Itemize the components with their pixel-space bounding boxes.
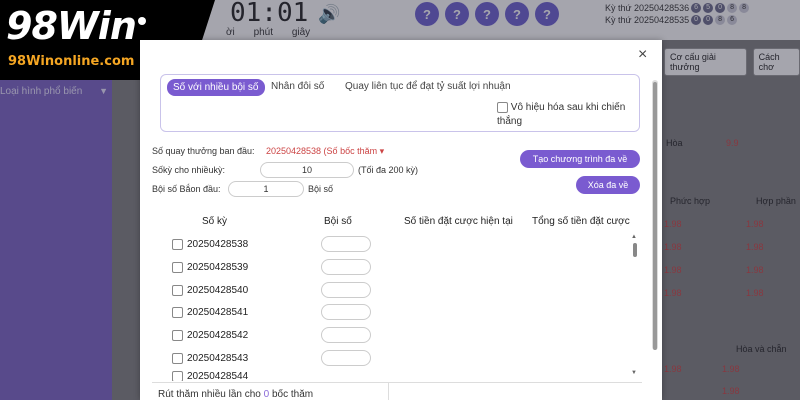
column-header-total-bet: Tổng số tiền đặt cược	[532, 216, 630, 227]
mode-tabs: Số với nhiều bội số Nhân đôi số Quay liê…	[160, 74, 640, 132]
period-checkbox[interactable]	[172, 371, 183, 381]
footer-suffix: bốc thăm	[271, 389, 314, 400]
logo-dot-icon	[137, 17, 146, 26]
period-number: 20250428544	[187, 371, 249, 381]
multi-period-bet-modal: × Số với nhiều bội số Nhân đôi số Quay l…	[140, 40, 662, 400]
period-number: 20250428540	[187, 284, 249, 296]
period-row: 20250428538	[172, 234, 371, 254]
footer-summary: Rút thăm nhiều lần cho 0 bốc thăm	[158, 389, 313, 400]
start-multiple-label: Bội số Bắon đầu:	[152, 184, 221, 194]
period-row: 20250428540	[172, 280, 371, 300]
period-count-hint: (Tối đa 200 kỳ)	[358, 165, 419, 175]
footer-divider	[152, 382, 642, 383]
period-count-input[interactable]: 10	[260, 162, 354, 178]
period-checkbox[interactable]	[172, 261, 183, 273]
disable-after-win-option[interactable]: Vô hiệu hóa sau khi chiến thắng	[497, 101, 647, 129]
delete-plan-button[interactable]: Xóa đa về	[576, 176, 640, 194]
scroll-down-arrow-icon[interactable]: ▼	[631, 370, 637, 376]
period-checkbox[interactable]	[172, 238, 183, 250]
tab-multiple-numbers[interactable]: Số với nhiều bội số	[167, 79, 265, 96]
multiple-input[interactable]	[321, 327, 371, 343]
multiple-input[interactable]	[321, 350, 371, 366]
modal-scrollbar-thumb[interactable]	[653, 82, 657, 350]
period-checkbox[interactable]	[172, 284, 183, 296]
multiple-input[interactable]	[321, 304, 371, 320]
period-row: 20250428541	[172, 302, 371, 322]
disable-after-win-label: Vô hiệu hóa sau khi chiến thắng	[497, 102, 626, 127]
start-draw-value: 20250428538 (Số bốc thăm	[266, 146, 378, 156]
close-icon[interactable]: ×	[638, 46, 647, 64]
period-checkbox[interactable]	[172, 306, 183, 318]
tab-continuous-spin[interactable]: Quay liên tục để đạt tỷ suất lợi nhuận	[345, 81, 511, 92]
list-scrollbar-thumb[interactable]	[633, 243, 637, 257]
scroll-up-arrow-icon[interactable]: ▲	[631, 234, 637, 240]
column-header-multiple: Bội số	[324, 216, 352, 227]
logo-url: 98Winonline.com	[8, 54, 135, 69]
tab-double-numbers[interactable]: Nhân đôi số	[271, 81, 324, 92]
period-count-label: Sốkỳ cho nhiềukỳ:	[152, 165, 226, 175]
period-row: 20250428542	[172, 325, 371, 345]
chevron-down-icon: ▾	[379, 146, 385, 156]
period-row: 20250428539	[172, 257, 371, 277]
start-multiple-unit: Bội số	[308, 184, 334, 194]
start-draw-label: Số quay thưởng ban đầu:	[152, 146, 255, 156]
period-number: 20250428538	[187, 238, 249, 250]
period-number: 20250428539	[187, 261, 249, 273]
column-header-period: Số kỳ	[202, 216, 228, 227]
period-number: 20250428543	[187, 352, 249, 364]
multiple-input[interactable]	[321, 282, 371, 298]
period-number: 20250428542	[187, 329, 249, 341]
footer-count: 0	[263, 389, 270, 400]
logo-wordmark: 98Win	[6, 4, 146, 48]
footer-prefix: Rút thăm nhiều lần cho	[158, 389, 261, 400]
period-row: 20250428544	[172, 371, 321, 381]
period-checkbox[interactable]	[172, 329, 183, 341]
column-header-current-bet: Số tiền đặt cược hiện tại	[404, 216, 513, 227]
multiple-input[interactable]	[321, 259, 371, 275]
start-draw-select[interactable]: 20250428538 (Số bốc thăm ▾	[266, 146, 384, 157]
footer-column-divider	[388, 382, 389, 400]
period-row: 20250428543	[172, 348, 371, 368]
create-plan-button[interactable]: Tạo chương trình đa về	[520, 150, 640, 168]
period-checkbox[interactable]	[172, 352, 183, 364]
logo-text: 98Win	[6, 4, 137, 48]
disable-after-win-checkbox[interactable]	[497, 101, 508, 113]
start-multiple-input[interactable]: 1	[228, 181, 304, 197]
multiple-input[interactable]	[321, 236, 371, 252]
period-number: 20250428541	[187, 306, 249, 318]
